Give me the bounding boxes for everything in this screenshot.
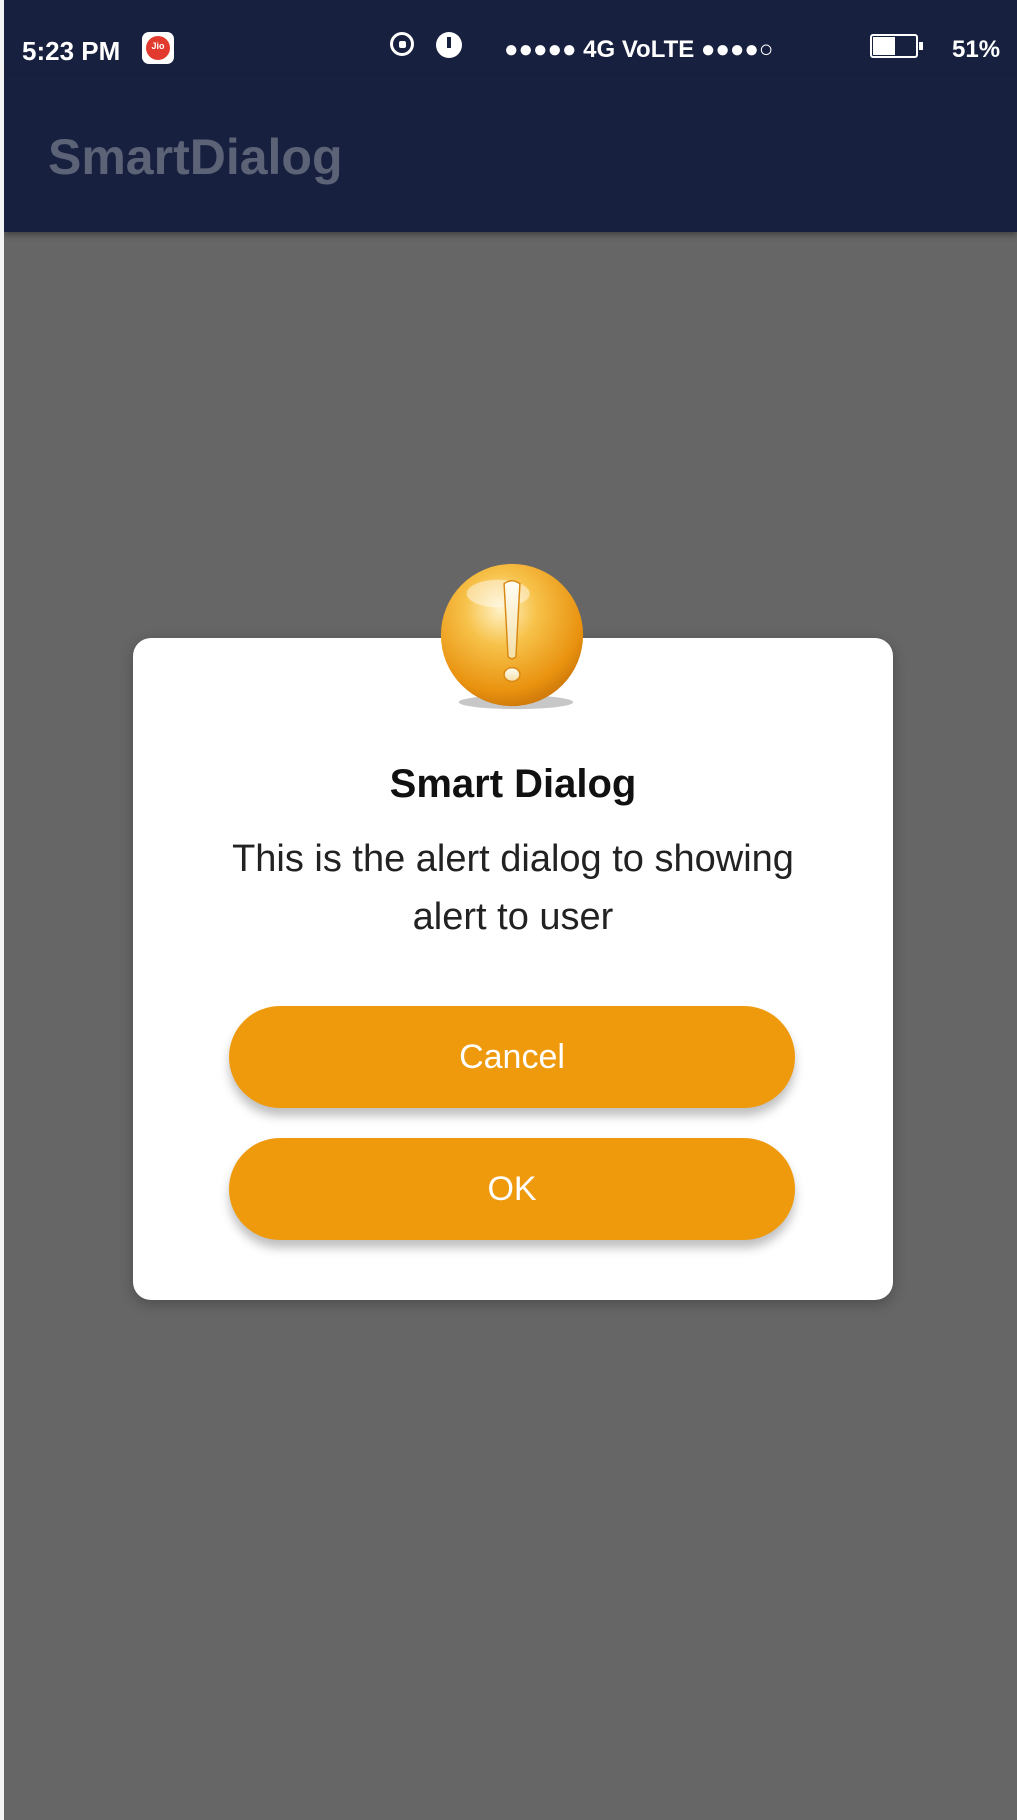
battery-icon	[870, 34, 923, 58]
alert-dialog: Smart Dialog This is the alert dialog to…	[133, 638, 893, 1300]
battery-percent: 51%	[952, 36, 1001, 63]
status-time: 5:23 PM	[22, 36, 121, 66]
network-indicator: ●●●●● 4G VoLTE ●●●●○	[504, 36, 774, 63]
alarm-icon	[436, 32, 462, 58]
app-bar: SmartDialog	[4, 74, 1017, 232]
phone-screen: 5:23 PM Jio ●●●●● 4G VoLTE ●●●●○ 51% Sma…	[4, 0, 1017, 1820]
app-title: SmartDialog	[48, 129, 343, 185]
cancel-button[interactable]: Cancel	[229, 1006, 795, 1108]
warning-exclamation-icon	[440, 563, 584, 710]
dialog-title: Smart Dialog	[389, 762, 637, 806]
status-bar: 5:23 PM Jio ●●●●● 4G VoLTE ●●●●○ 51%	[4, 0, 1017, 74]
battery-fill	[873, 37, 896, 55]
rotation-lock-icon	[390, 32, 414, 56]
ok-button[interactable]: OK	[229, 1138, 795, 1240]
carrier-icon-label: Jio	[151, 41, 165, 51]
dialog-message: This is the alert dialog to showing aler…	[232, 838, 794, 938]
carrier-icon: Jio	[142, 32, 174, 64]
